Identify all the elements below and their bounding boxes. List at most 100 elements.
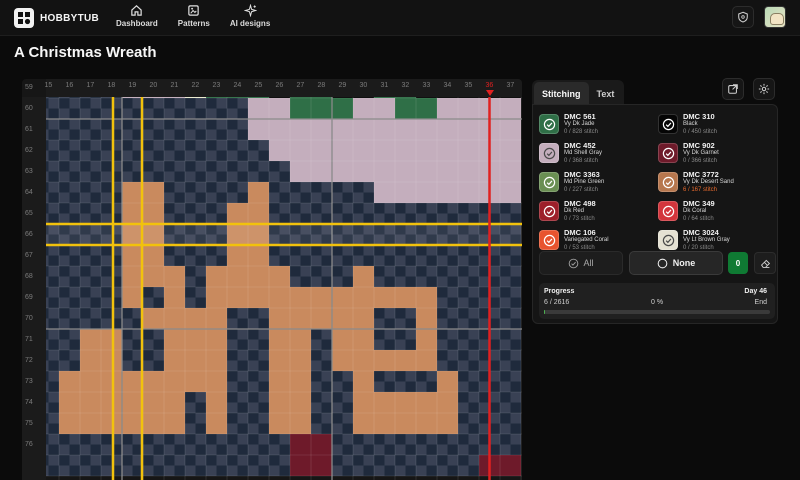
stitch-cell[interactable] [206, 266, 227, 287]
empty-cell[interactable] [69, 444, 81, 456]
empty-cell[interactable] [195, 255, 207, 267]
empty-cell[interactable] [206, 255, 217, 267]
empty-cell[interactable] [500, 360, 511, 372]
empty-cell[interactable] [80, 213, 91, 225]
empty-cell[interactable] [46, 255, 49, 267]
empty-cell[interactable] [311, 392, 322, 403]
empty-cell[interactable] [46, 129, 49, 141]
empty-cell[interactable] [80, 266, 91, 277]
empty-cell[interactable] [174, 119, 186, 130]
empty-cell[interactable] [248, 371, 259, 382]
empty-cell[interactable] [279, 182, 291, 193]
stitch-cell[interactable] [290, 140, 311, 161]
empty-cell[interactable] [227, 119, 238, 130]
empty-cell[interactable] [458, 423, 469, 435]
empty-cell[interactable] [416, 371, 427, 382]
stitch-cell[interactable] [248, 182, 269, 203]
stitch-cell[interactable] [332, 140, 353, 161]
empty-cell[interactable] [405, 308, 417, 319]
empty-cell[interactable] [374, 255, 385, 267]
empty-cell[interactable] [489, 402, 501, 414]
empty-cell[interactable] [342, 213, 354, 225]
empty-cell[interactable] [321, 413, 333, 424]
empty-cell[interactable] [269, 455, 280, 466]
empty-cell[interactable] [69, 213, 81, 225]
empty-cell[interactable] [164, 119, 175, 130]
empty-cell[interactable] [342, 255, 354, 267]
empty-cell[interactable] [237, 360, 249, 372]
empty-cell[interactable] [46, 318, 49, 330]
empty-cell[interactable] [143, 98, 154, 109]
empty-cell[interactable] [69, 98, 81, 109]
empty-cell[interactable] [46, 203, 49, 214]
empty-cell[interactable] [90, 98, 102, 109]
tab-stitching[interactable]: Stitching [534, 82, 589, 105]
empty-cell[interactable] [479, 444, 490, 456]
empty-cell[interactable] [164, 140, 175, 151]
empty-cell[interactable] [46, 308, 49, 319]
empty-cell[interactable] [46, 119, 49, 130]
empty-cell[interactable] [48, 308, 60, 319]
empty-cell[interactable] [59, 444, 70, 456]
empty-cell[interactable] [479, 350, 490, 361]
empty-cell[interactable] [510, 329, 522, 340]
empty-cell[interactable] [195, 444, 207, 456]
empty-cell[interactable] [80, 255, 91, 267]
empty-cell[interactable] [90, 444, 102, 456]
empty-cell[interactable] [311, 255, 322, 267]
empty-cell[interactable] [69, 192, 81, 204]
stitch-cell[interactable] [143, 266, 164, 287]
empty-cell[interactable] [342, 276, 354, 288]
empty-cell[interactable] [447, 444, 459, 456]
empty-cell[interactable] [59, 350, 70, 361]
empty-cell[interactable] [80, 140, 91, 151]
empty-cell[interactable] [69, 329, 81, 340]
empty-cell[interactable] [500, 287, 511, 298]
empty-cell[interactable] [258, 140, 270, 151]
stitch-cell[interactable] [122, 245, 143, 266]
empty-cell[interactable] [216, 213, 228, 225]
empty-cell[interactable] [185, 276, 196, 288]
empty-cell[interactable] [48, 192, 60, 204]
empty-cell[interactable] [46, 350, 49, 361]
empty-cell[interactable] [458, 455, 469, 466]
stitch-cell[interactable] [353, 98, 374, 119]
empty-cell[interactable] [237, 392, 249, 403]
empty-cell[interactable] [59, 192, 70, 204]
empty-cell[interactable] [510, 381, 522, 393]
empty-cell[interactable] [195, 150, 207, 162]
empty-cell[interactable] [311, 402, 322, 414]
stitch-cell[interactable] [500, 182, 521, 203]
stitch-cell[interactable] [269, 119, 290, 140]
empty-cell[interactable] [321, 203, 333, 214]
stitch-cell[interactable] [374, 98, 395, 119]
empty-cell[interactable] [227, 171, 238, 183]
empty-cell[interactable] [479, 423, 490, 435]
stitch-cell[interactable] [269, 392, 290, 413]
empty-cell[interactable] [48, 245, 60, 256]
empty-cell[interactable] [279, 161, 291, 172]
empty-cell[interactable] [353, 213, 364, 225]
empty-cell[interactable] [46, 192, 49, 204]
empty-cell[interactable] [353, 182, 364, 193]
empty-cell[interactable] [416, 276, 427, 288]
empty-cell[interactable] [153, 350, 165, 361]
empty-cell[interactable] [321, 192, 333, 204]
empty-cell[interactable] [237, 381, 249, 393]
stitch-cell[interactable] [164, 371, 185, 392]
empty-cell[interactable] [405, 255, 417, 267]
empty-cell[interactable] [500, 329, 511, 340]
empty-cell[interactable] [437, 245, 448, 256]
empty-cell[interactable] [69, 203, 81, 214]
empty-cell[interactable] [48, 297, 60, 309]
stitch-cell[interactable] [206, 371, 227, 392]
empty-cell[interactable] [510, 308, 522, 319]
empty-cell[interactable] [143, 108, 154, 120]
empty-cell[interactable] [384, 381, 396, 393]
empty-cell[interactable] [237, 161, 249, 172]
empty-cell[interactable] [332, 402, 343, 414]
empty-cell[interactable] [510, 297, 522, 309]
empty-cell[interactable] [300, 203, 312, 214]
empty-cell[interactable] [237, 119, 249, 130]
empty-cell[interactable] [405, 245, 417, 256]
